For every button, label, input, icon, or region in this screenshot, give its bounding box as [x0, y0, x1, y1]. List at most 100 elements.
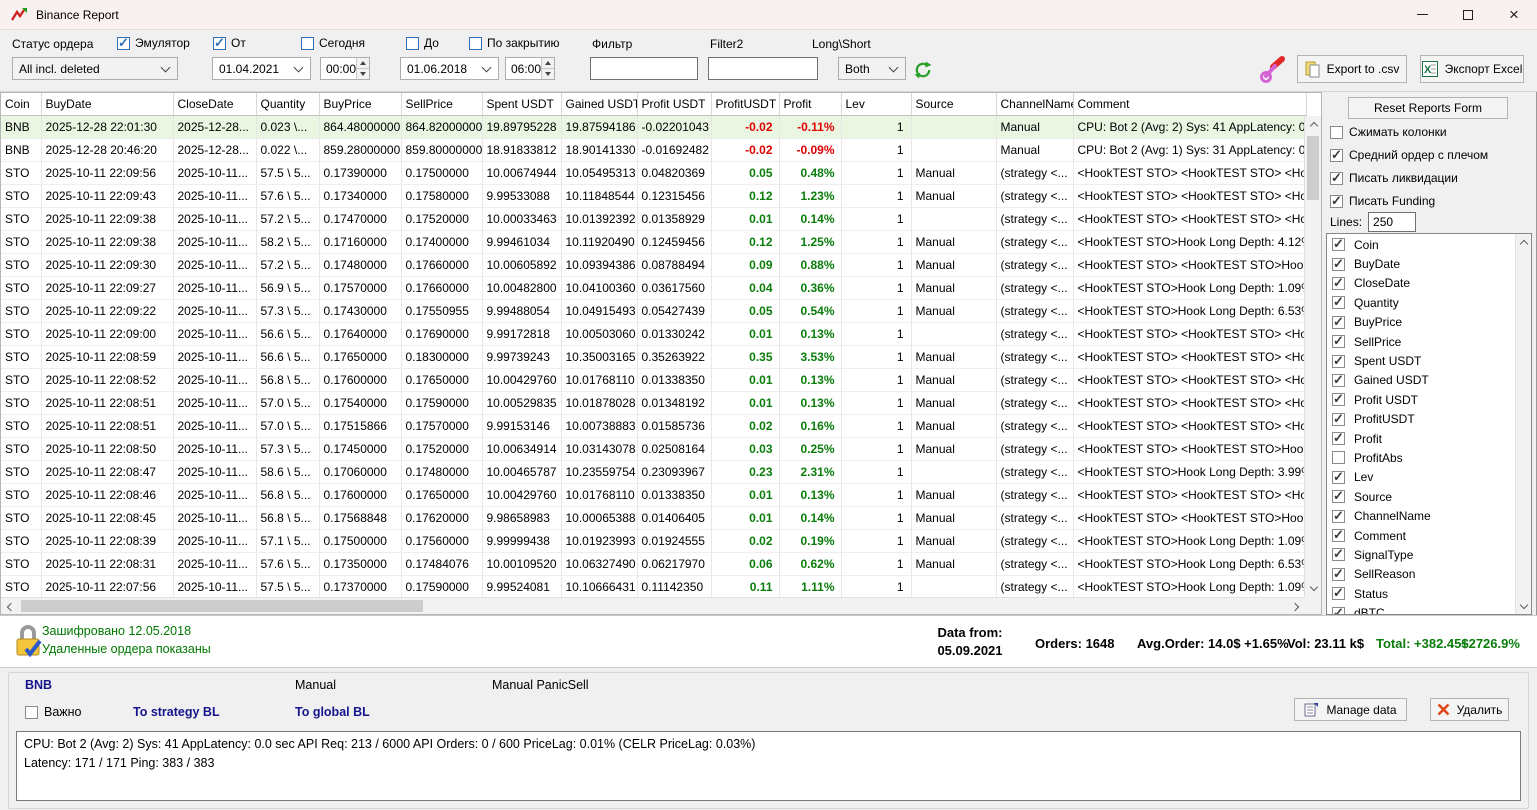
cell-profitusdt[interactable]: 0.05	[711, 161, 779, 184]
cell-gained-usdt[interactable]: 10.01923993	[561, 529, 637, 552]
checkbox-box[interactable]	[1332, 432, 1345, 445]
cell-sellprice[interactable]: 0.17570000	[401, 414, 482, 437]
cell-channelname[interactable]: (strategy <...	[996, 253, 1073, 276]
cell-profit[interactable]: 0.13%	[779, 368, 841, 391]
column-toggle-buyprice[interactable]: BuyPrice	[1327, 313, 1515, 332]
table-row[interactable]: STO2025-10-11 22:09:302025-10-11...57.2 …	[1, 253, 1306, 276]
cell-sellprice[interactable]: 0.17590000	[401, 575, 482, 598]
scroll-down-button[interactable]	[1516, 598, 1532, 614]
cell-quantity[interactable]: 0.022 \...	[256, 138, 319, 161]
column-toggle-gained-usdt[interactable]: Gained USDT	[1327, 371, 1515, 390]
cell-profit[interactable]: 0.54%	[779, 299, 841, 322]
from-checkbox-box[interactable]	[213, 37, 226, 50]
table-row[interactable]: STO2025-10-11 22:09:432025-10-11...57.6 …	[1, 184, 1306, 207]
cell-quantity[interactable]: 57.0 \ 5...	[256, 414, 319, 437]
column-toggle-dbtc[interactable]: dBTC	[1327, 603, 1515, 615]
cell-closedate[interactable]: 2025-10-11...	[173, 506, 256, 529]
order-status-select[interactable]: All incl. deleted	[12, 57, 178, 80]
cell-spent-usdt[interactable]: 9.99533088	[482, 184, 561, 207]
cell-buydate[interactable]: 2025-10-11 22:08:50	[41, 437, 173, 460]
column-header-gained-usdt[interactable]: Gained USDT	[561, 93, 637, 115]
cell-spent-usdt[interactable]: 18.91833812	[482, 138, 561, 161]
cell-profitusdt[interactable]: 0.12	[711, 230, 779, 253]
cell-buydate[interactable]: 2025-10-11 22:09:30	[41, 253, 173, 276]
table-row[interactable]: STO2025-10-11 22:09:382025-10-11...57.2 …	[1, 207, 1306, 230]
cell-gained-usdt[interactable]: 10.06327490	[561, 552, 637, 575]
by-close-checkbox-box[interactable]	[469, 37, 482, 50]
to-global-bl-link[interactable]: To global BL	[295, 705, 370, 719]
scroll-up-button[interactable]	[1305, 116, 1322, 133]
cell-gained-usdt[interactable]: 10.01878028	[561, 391, 637, 414]
cell-quantity[interactable]: 56.8 \ 5...	[256, 483, 319, 506]
column-header-quantity[interactable]: Quantity	[256, 93, 319, 115]
cell-buyprice[interactable]: 0.17600000	[319, 368, 401, 391]
cell-buyprice[interactable]: 0.17450000	[319, 437, 401, 460]
scroll-down-button[interactable]	[1305, 580, 1322, 597]
cell-buyprice[interactable]: 0.17370000	[319, 575, 401, 598]
column-toggle-profitusdt[interactable]: ProfitUSDT	[1327, 410, 1515, 429]
cell-profit[interactable]: -0.11%	[779, 115, 841, 138]
cell-profit[interactable]: 0.62%	[779, 552, 841, 575]
cell-profit-usdt[interactable]: 0.04820369	[637, 161, 711, 184]
checkbox-box[interactable]	[1332, 510, 1345, 523]
from-time-up-button[interactable]	[357, 58, 369, 68]
table-row[interactable]: STO2025-10-11 22:08:462025-10-11...56.8 …	[1, 483, 1306, 506]
cell-profitusdt[interactable]: 0.02	[711, 529, 779, 552]
column-toggle-quantity[interactable]: Quantity	[1327, 293, 1515, 312]
cell-coin[interactable]: BNB	[1, 138, 41, 161]
cell-source[interactable]	[911, 460, 996, 483]
column-toggle-channelname[interactable]: ChannelName	[1327, 506, 1515, 525]
cell-coin[interactable]: BNB	[1, 115, 41, 138]
delete-button[interactable]: Удалить	[1430, 698, 1509, 721]
cell-profitusdt[interactable]: 0.01	[711, 483, 779, 506]
cell-buyprice[interactable]: 0.17470000	[319, 207, 401, 230]
cell-quantity[interactable]: 57.0 \ 5...	[256, 391, 319, 414]
table-row[interactable]: STO2025-10-11 22:08:312025-10-11...57.6 …	[1, 552, 1306, 575]
cell-profit[interactable]: 1.11%	[779, 575, 841, 598]
cell-coin[interactable]: STO	[1, 322, 41, 345]
cell-gained-usdt[interactable]: 10.09394386	[561, 253, 637, 276]
cell-profit[interactable]: 0.48%	[779, 161, 841, 184]
cell-comment[interactable]: <HookTEST STO> <HookTEST STO> <Hoo	[1073, 184, 1306, 207]
table-row[interactable]: BNB2025-12-28 20:46:202025-12-28...0.022…	[1, 138, 1306, 161]
cell-buyprice[interactable]: 0.17500000	[319, 529, 401, 552]
cell-comment[interactable]: CPU: Bot 2 (Avg: 2) Sys: 41 AppLatency: …	[1073, 115, 1306, 138]
cell-gained-usdt[interactable]: 10.05495313	[561, 161, 637, 184]
cell-gained-usdt[interactable]: 10.23559754	[561, 460, 637, 483]
cell-profit[interactable]: 1.23%	[779, 184, 841, 207]
cell-source[interactable]: Manual	[911, 253, 996, 276]
long-short-select[interactable]: Both	[838, 57, 906, 80]
cell-sellprice[interactable]: 0.17550955	[401, 299, 482, 322]
cell-coin[interactable]: STO	[1, 437, 41, 460]
cell-closedate[interactable]: 2025-10-11...	[173, 322, 256, 345]
cell-profit-usdt[interactable]: 0.01358929	[637, 207, 711, 230]
cell-coin[interactable]: STO	[1, 460, 41, 483]
cell-lev[interactable]: 1	[841, 437, 911, 460]
cell-buyprice[interactable]: 0.17390000	[319, 161, 401, 184]
export-excel-button[interactable]: X Экспорт Excel	[1420, 55, 1524, 83]
checkbox-box[interactable]	[1332, 335, 1345, 348]
cell-closedate[interactable]: 2025-10-11...	[173, 368, 256, 391]
cell-comment[interactable]: <HookTEST STO>Hook Long Depth: 1.09%	[1073, 575, 1306, 598]
checkbox-box[interactable]	[1332, 490, 1345, 503]
cell-profit-usdt[interactable]: 0.01330242	[637, 322, 711, 345]
cell-sellprice[interactable]: 0.17484076	[401, 552, 482, 575]
cell-comment[interactable]: <HookTEST STO> <HookTEST STO> <Hoo	[1073, 207, 1306, 230]
cell-lev[interactable]: 1	[841, 529, 911, 552]
cell-gained-usdt[interactable]: 10.00738883	[561, 414, 637, 437]
today-checkbox-box[interactable]	[301, 37, 314, 50]
table-row[interactable]: STO2025-10-11 22:08:392025-10-11...57.1 …	[1, 529, 1306, 552]
grid-vertical-scrollbar[interactable]	[1304, 116, 1321, 597]
cell-buyprice[interactable]: 859.28000000	[319, 138, 401, 161]
cell-lev[interactable]: 1	[841, 414, 911, 437]
cell-closedate[interactable]: 2025-12-28...	[173, 115, 256, 138]
checkbox-box[interactable]	[1332, 296, 1345, 309]
cell-spent-usdt[interactable]: 10.00033463	[482, 207, 561, 230]
checkbox-box[interactable]	[1332, 587, 1345, 600]
cell-gained-usdt[interactable]: 10.11848544	[561, 184, 637, 207]
cell-coin[interactable]: STO	[1, 483, 41, 506]
cell-spent-usdt[interactable]: 10.00529835	[482, 391, 561, 414]
cell-channelname[interactable]: (strategy <...	[996, 529, 1073, 552]
cell-profitusdt[interactable]: 0.35	[711, 345, 779, 368]
scroll-right-button[interactable]	[1288, 598, 1305, 615]
